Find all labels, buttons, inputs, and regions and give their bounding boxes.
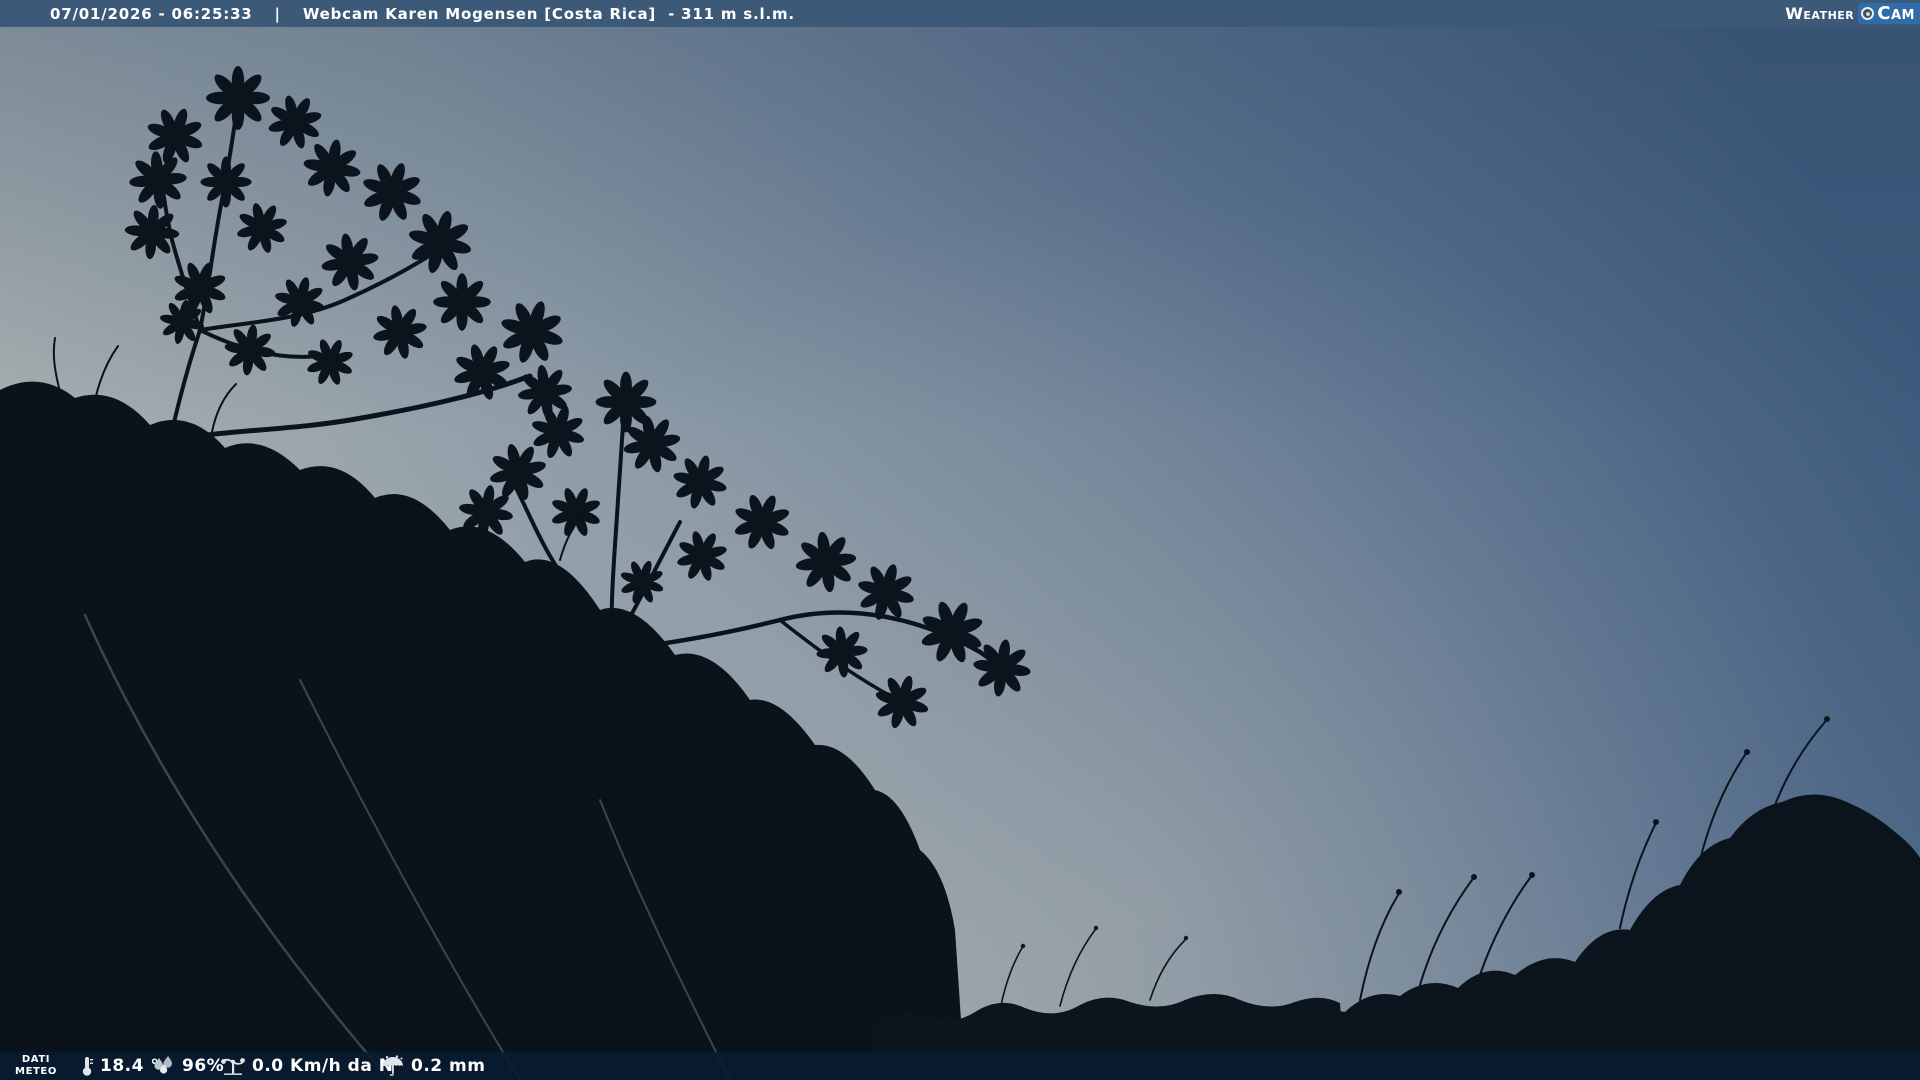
dati-line: DATI: [14, 1054, 58, 1066]
humidity-metric: 96%: [152, 1052, 224, 1080]
meteo-line: METEO: [14, 1066, 58, 1078]
logo-weather-text: Weather: [1785, 3, 1854, 24]
umbrella-rain-icon: [381, 1055, 405, 1077]
webcam-title: Webcam Karen Mogensen [Costa Rica] - 311…: [303, 5, 795, 23]
logo-badge: Cam: [1858, 3, 1920, 24]
rain-metric: 0.2 mm: [381, 1052, 485, 1080]
datetime-text: 07/01/2026 - 06:25:33: [50, 5, 253, 23]
top-info-bar: 07/01/2026 - 06:25:33 | Webcam Karen Mog…: [0, 0, 1920, 27]
rain-value: 0.2 mm: [411, 1056, 485, 1076]
temperature-metric: 18.4 °: [80, 1052, 159, 1080]
wind-value: 0.0 Km/h da N: [252, 1056, 393, 1076]
separator: |: [275, 5, 281, 23]
humidity-value: 96%: [182, 1056, 224, 1076]
logo-cam-text: Cam: [1877, 3, 1915, 24]
webcam-image: [0, 0, 1920, 1080]
humidity-drops-icon: [152, 1055, 176, 1077]
dati-meteo-label: DATI METEO: [14, 1054, 58, 1078]
thermometer-icon: [80, 1055, 94, 1077]
anemometer-icon: [220, 1055, 246, 1077]
wind-metric: 0.0 Km/h da N: [220, 1052, 393, 1080]
temperature-value: 18.4 °: [100, 1056, 159, 1076]
weathercam-logo: Weather Cam: [1785, 3, 1920, 24]
camera-lens-icon: [1861, 7, 1874, 20]
weather-data-bar: DATI METEO 18.4 ° 96%: [0, 1052, 1920, 1080]
